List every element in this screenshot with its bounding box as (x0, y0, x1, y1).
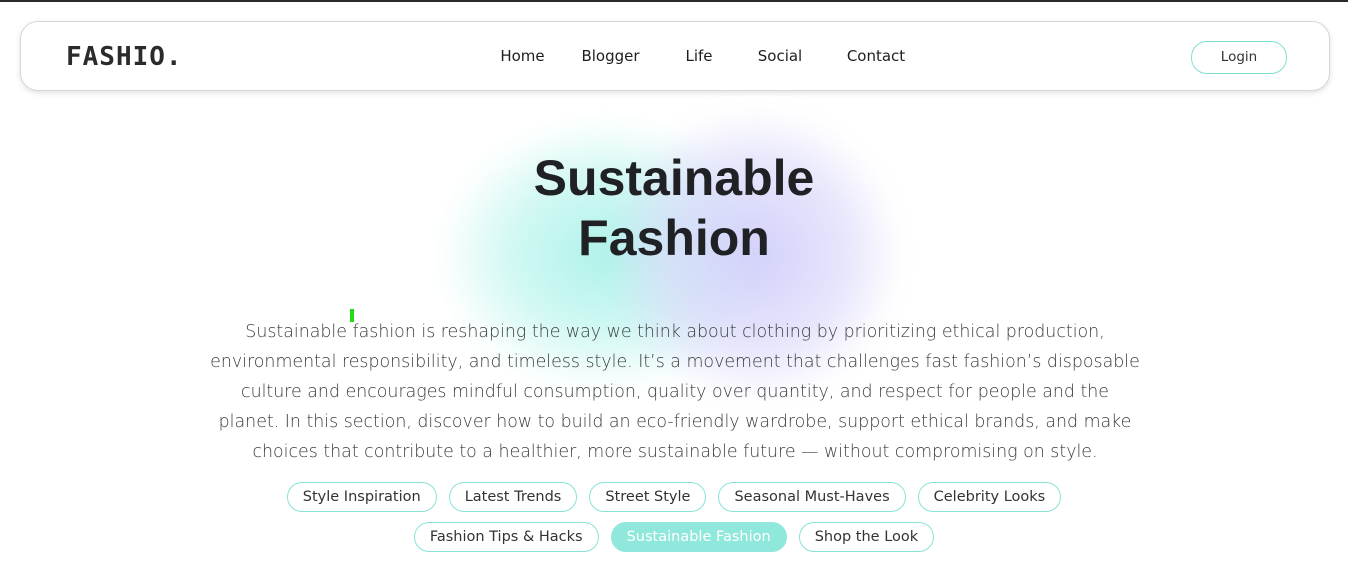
page-title-line-2: Fashion (578, 210, 770, 266)
nav-link-social[interactable]: Social (741, 47, 819, 65)
tag-latest-trends[interactable]: Latest Trends (448, 482, 578, 512)
page-title: Sustainable Fashion (374, 148, 974, 268)
tag-shop-the-look[interactable]: Shop the Look (798, 522, 935, 552)
tag-row-1: Style Inspiration Latest Trends Street Sty… (0, 482, 1348, 512)
tag-seasonal-must-haves[interactable]: Seasonal Must-Haves (718, 482, 906, 512)
login-button[interactable]: Login (1191, 41, 1287, 74)
nav-link-life[interactable]: Life (657, 47, 741, 65)
tag-style-inspiration[interactable]: Style Inspiration (286, 482, 437, 512)
tag-street-style[interactable]: Street Style (589, 482, 707, 512)
top-border-line (0, 0, 1348, 2)
page-title-line-1: Sustainable (533, 150, 815, 206)
nav-link-home[interactable]: Home (481, 47, 564, 65)
category-tags: Style Inspiration Latest Trends Street Sty… (0, 482, 1348, 562)
nav-links: Home Blogger Life Social Contact (481, 47, 933, 65)
navbar: FASHIO. Home Blogger Life Social Contact… (20, 21, 1330, 91)
tag-celebrity-looks[interactable]: Celebrity Looks (917, 482, 1062, 512)
tag-row-2: Fashion Tips & Hacks Sustainable Fashion S… (0, 522, 1348, 552)
tag-fashion-tips-and-hacks[interactable]: Fashion Tips & Hacks (413, 522, 599, 552)
tag-sustainable-fashion[interactable]: Sustainable Fashion (610, 522, 787, 552)
nav-link-contact[interactable]: Contact (819, 47, 933, 65)
hero-description: Sustainable fashion is reshaping the way… (210, 322, 1140, 462)
nav-link-blogger[interactable]: Blogger (564, 47, 657, 65)
brand-logo[interactable]: FASHIO. (66, 42, 183, 72)
